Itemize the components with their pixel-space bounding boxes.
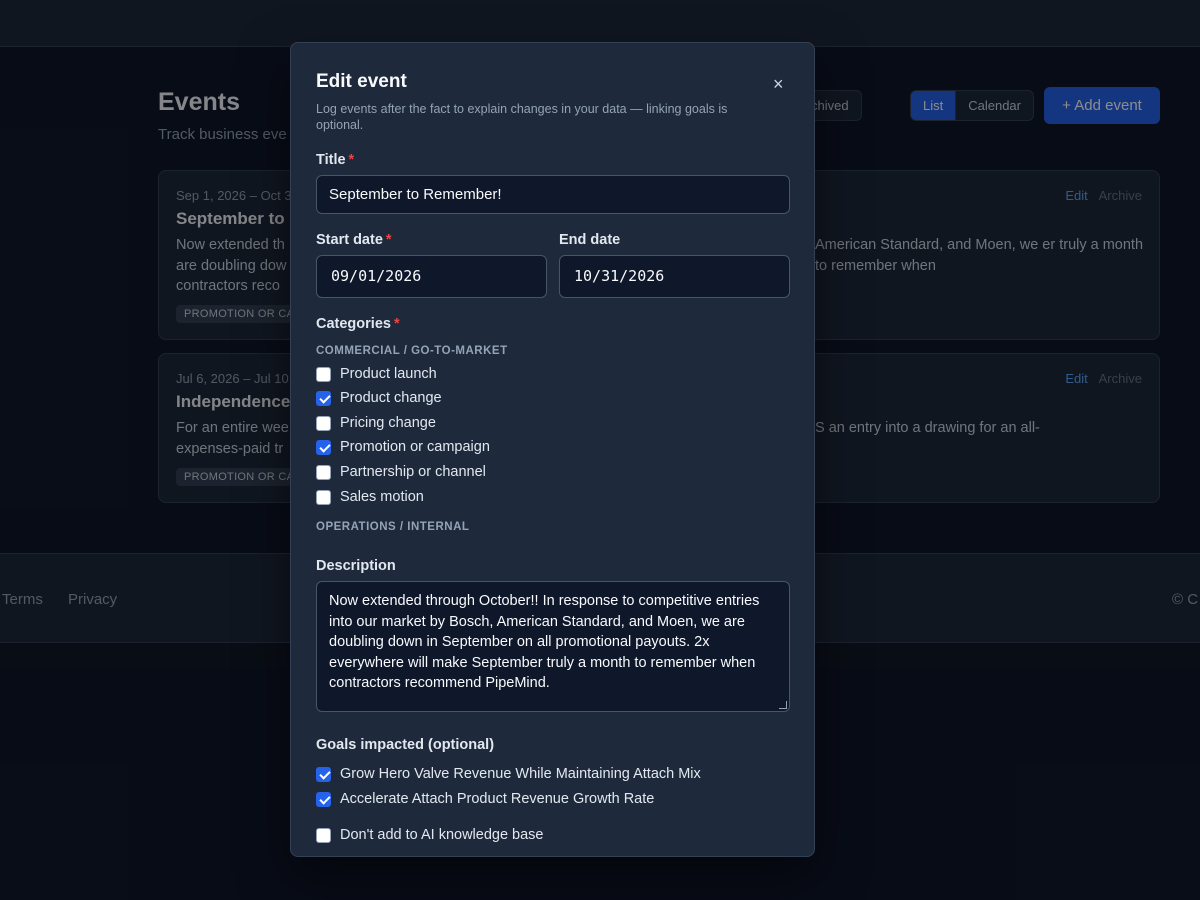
required-marker: * (393, 316, 400, 332)
modal-subtitle: Log events after the fact to explain cha… (316, 102, 728, 132)
checkbox[interactable] (316, 439, 331, 455)
category-option[interactable]: Promotion or campaign (316, 438, 490, 456)
knowledge-base-option-label: Don't add to AI knowledge base (340, 827, 544, 843)
description-textarea[interactable]: Now extended through October!! In respon… (316, 581, 790, 712)
edit-event-modal: Edit event × Log events after the fact t… (290, 42, 815, 857)
category-option[interactable]: Pricing change (316, 414, 436, 432)
checkbox[interactable] (316, 366, 331, 382)
start-date-input[interactable]: 09/01/2026 (316, 255, 547, 298)
category-option[interactable]: Partnership or channel (316, 463, 486, 481)
category-option[interactable]: Sales motion (316, 488, 424, 506)
start-date-label: Start date * (316, 232, 392, 248)
close-icon[interactable]: × (773, 75, 784, 93)
category-option-label: Pricing change (340, 415, 436, 431)
goal-option[interactable]: Grow Hero Valve Revenue While Maintainin… (316, 765, 701, 783)
title-label-text: Title (316, 152, 346, 168)
resize-handle-icon[interactable] (779, 701, 787, 709)
description-text: Now extended through October!! In respon… (329, 593, 760, 691)
category-group-commercial: COMMERCIAL / GO-TO-MARKET (316, 345, 508, 357)
category-option-label: Promotion or campaign (340, 439, 490, 455)
category-option-label: Product change (340, 390, 442, 406)
category-option[interactable]: Product change (316, 389, 442, 407)
checkbox[interactable] (316, 415, 331, 431)
category-option-label: Partnership or channel (340, 464, 486, 480)
goal-option-label: Grow Hero Valve Revenue While Maintainin… (340, 766, 701, 782)
category-option-label: Sales motion (340, 489, 424, 505)
checkbox[interactable] (316, 766, 331, 782)
goal-option-label: Accelerate Attach Product Revenue Growth… (340, 791, 655, 807)
start-date-label-text: Start date (316, 232, 383, 248)
modal-title: Edit event (316, 71, 407, 92)
description-label: Description (316, 558, 396, 574)
checkbox[interactable] (316, 390, 331, 406)
categories-label: Categories * (316, 316, 400, 332)
checkbox[interactable] (316, 489, 331, 505)
category-option[interactable]: Product launch (316, 365, 437, 383)
goals-label: Goals impacted (optional) (316, 737, 495, 753)
required-marker: * (348, 152, 355, 168)
required-marker: * (385, 232, 392, 248)
title-input[interactable]: September to Remember! (316, 175, 790, 214)
goal-option[interactable]: Accelerate Attach Product Revenue Growth… (316, 790, 654, 808)
end-date-input[interactable]: 10/31/2026 (559, 255, 790, 298)
end-date-label: End date (559, 232, 621, 248)
categories-label-text: Categories (316, 316, 391, 332)
checkbox[interactable] (316, 791, 331, 807)
knowledge-base-option[interactable]: Don't add to AI knowledge base (316, 826, 544, 844)
title-label: Title * (316, 152, 354, 168)
checkbox[interactable] (316, 464, 331, 480)
category-option-label: Product launch (340, 366, 437, 382)
checkbox[interactable] (316, 827, 331, 843)
category-group-operations: OPERATIONS / INTERNAL (316, 521, 470, 533)
